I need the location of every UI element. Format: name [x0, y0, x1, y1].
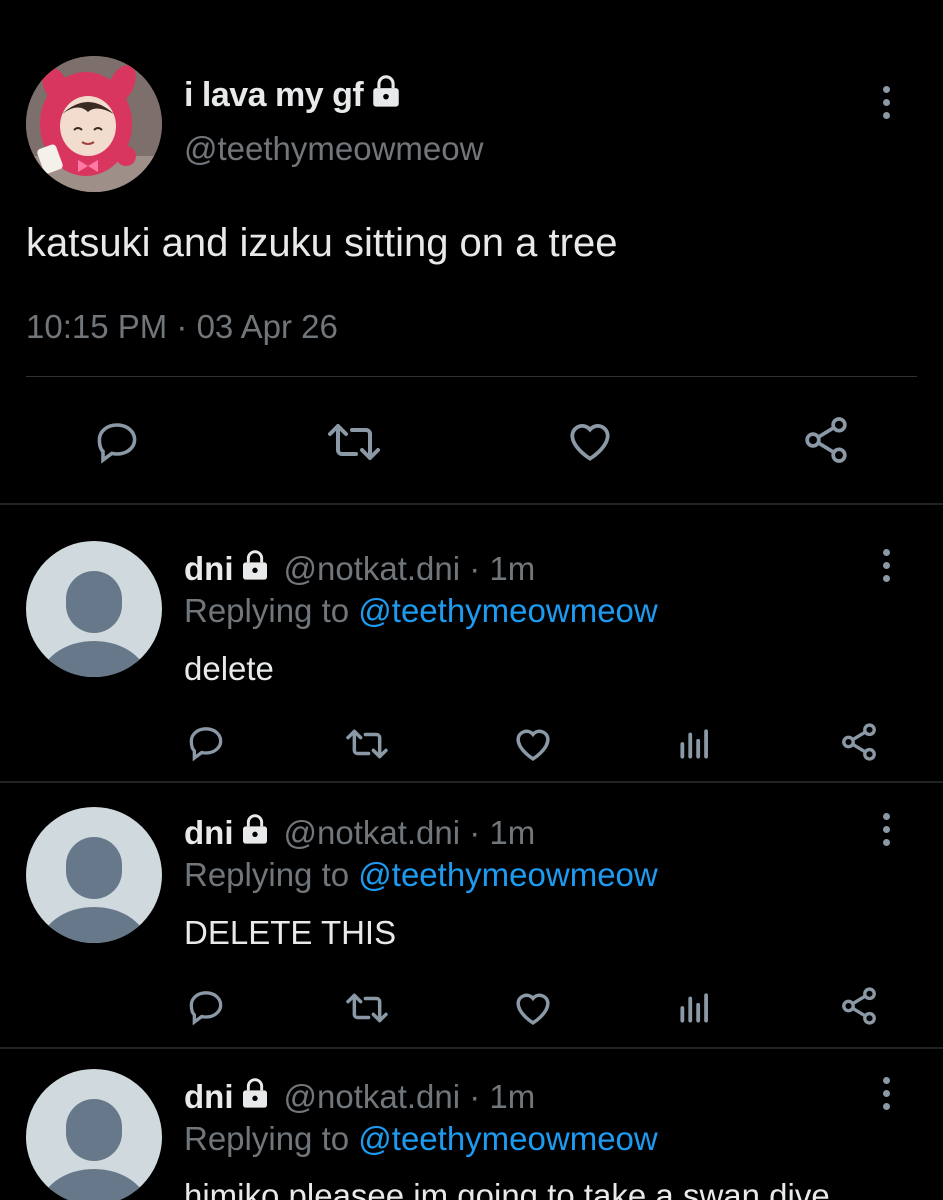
lock-icon [239, 549, 271, 589]
more-vertical-icon[interactable] [876, 1077, 896, 1110]
handle[interactable]: @notkat.dni · 1m [283, 550, 535, 588]
reply-icon[interactable] [92, 418, 142, 471]
tweet-text: delete [184, 650, 274, 687]
more-vertical-icon[interactable] [876, 813, 896, 846]
reply-header: dni @notkat.dni · 1m [184, 549, 535, 589]
tweet-timestamp[interactable]: 10:15 PM · 03 Apr 26 [26, 308, 338, 346]
reply-header: dni @notkat.dni · 1m [184, 1077, 535, 1117]
retweet-icon[interactable] [326, 418, 382, 471]
main-tweet: i lava my gf @teethymeowmeow katsuki and… [0, 0, 943, 503]
handle[interactable]: @notkat.dni · 1m [283, 1078, 535, 1116]
tweet-text: himiko pleasee im going to take a swan d… [184, 1177, 830, 1200]
default-avatar-icon [41, 1099, 147, 1200]
default-avatar[interactable] [26, 1069, 162, 1200]
replying-label: Replying to [184, 856, 350, 893]
divider [26, 376, 917, 377]
replying-to: Replying to @teethymeowmeow [184, 1120, 658, 1158]
handle[interactable]: @teethymeowmeow [184, 130, 483, 168]
lock-icon [239, 813, 271, 853]
display-name[interactable]: dni [184, 814, 233, 852]
more-vertical-icon[interactable] [876, 549, 896, 582]
lock-icon [239, 1077, 271, 1117]
avatar-image [26, 56, 162, 192]
replying-label: Replying to [184, 1120, 350, 1157]
reply-tweet[interactable]: dni @notkat.dni · 1m Replying to @teethy… [0, 505, 943, 781]
retweet-icon[interactable] [344, 989, 390, 1032]
more-vertical-icon[interactable] [876, 86, 896, 119]
share-icon[interactable] [838, 721, 880, 768]
mention-link[interactable]: @teethymeowmeow [358, 592, 657, 629]
mention-link[interactable]: @teethymeowmeow [358, 856, 657, 893]
default-avatar-icon [40, 571, 148, 677]
default-avatar[interactable] [26, 541, 162, 677]
views-icon[interactable] [676, 725, 714, 768]
retweet-icon[interactable] [344, 725, 390, 768]
mention-link[interactable]: @teethymeowmeow [358, 1120, 657, 1157]
tweet-text: katsuki and izuku sitting on a tree [26, 221, 618, 265]
default-avatar-icon [40, 837, 148, 943]
reply-icon[interactable] [186, 723, 226, 768]
replying-to: Replying to @teethymeowmeow [184, 592, 658, 630]
avatar[interactable] [26, 56, 162, 192]
handle[interactable]: @notkat.dni · 1m [283, 814, 535, 852]
heart-icon[interactable] [564, 416, 616, 471]
lock-icon [369, 74, 403, 117]
replying-label: Replying to [184, 592, 350, 629]
share-icon[interactable] [800, 414, 852, 471]
display-name[interactable]: dni [184, 550, 233, 588]
display-name-text: i lava my gf [184, 76, 364, 114]
reply-tweet[interactable]: dni @notkat.dni · 1m Replying to @teethy… [0, 1049, 943, 1200]
tweet-text: DELETE THIS [184, 914, 397, 951]
reply-header: dni @notkat.dni · 1m [184, 813, 535, 853]
reply-tweet[interactable]: dni @notkat.dni · 1m Replying to @teethy… [0, 783, 943, 1047]
default-avatar[interactable] [26, 807, 162, 943]
heart-icon[interactable] [512, 987, 554, 1034]
replying-to: Replying to @teethymeowmeow [184, 856, 658, 894]
reply-icon[interactable] [186, 987, 226, 1032]
views-icon[interactable] [676, 989, 714, 1032]
heart-icon[interactable] [512, 723, 554, 770]
display-name[interactable]: dni [184, 1078, 233, 1116]
display-name[interactable]: i lava my gf [184, 74, 403, 117]
share-icon[interactable] [838, 985, 880, 1032]
